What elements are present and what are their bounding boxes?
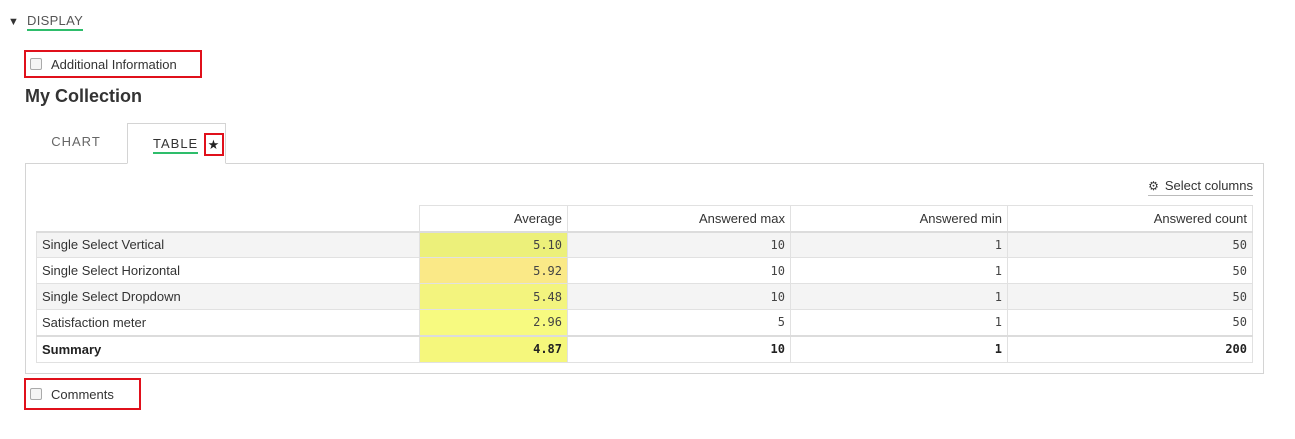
answered-count-cell: 50 [1007, 231, 1253, 258]
comments-label: Comments [51, 386, 114, 402]
answered-min-cell: 1 [790, 309, 1008, 336]
tab-table-label: TABLE [153, 137, 199, 154]
row-label: Single Select Horizontal [36, 257, 420, 284]
display-section-label: DISPLAY [27, 13, 84, 31]
summary-answered-count-cell: 200 [1007, 334, 1253, 363]
answered-max-cell: 10 [567, 283, 791, 310]
additional-information-checkbox[interactable] [30, 58, 42, 70]
tab-chart-label: CHART [51, 134, 101, 149]
answered-min-cell: 1 [790, 231, 1008, 258]
answered-min-cell: 1 [790, 257, 1008, 284]
summary-label: Summary [36, 334, 420, 363]
select-columns-label: Select columns [1164, 178, 1253, 193]
comments-checkbox[interactable] [30, 388, 42, 400]
additional-information-label: Additional Information [51, 56, 177, 72]
answered-max-cell: 10 [567, 257, 791, 284]
answered-count-cell: 50 [1007, 309, 1253, 336]
column-header-blank [36, 205, 420, 233]
summary-answered-min-cell: 1 [790, 334, 1008, 363]
column-header-answered-max[interactable]: Answered max [567, 205, 791, 233]
view-tabs: CHART TABLE ★ [25, 123, 1263, 164]
comments-checkbox-row[interactable]: Comments [24, 378, 141, 410]
table-row: Single Select Horizontal 5.92 10 1 50 [36, 257, 1253, 284]
tab-chart[interactable]: CHART [25, 123, 127, 164]
answered-max-cell: 5 [567, 309, 791, 336]
column-header-average[interactable]: Average [419, 205, 568, 233]
display-section-toggle[interactable]: ▼ DISPLAY [8, 13, 84, 31]
caret-down-icon: ▼ [8, 16, 19, 28]
answered-max-cell: 10 [567, 231, 791, 258]
additional-information-checkbox-row[interactable]: Additional Information [24, 50, 202, 78]
table-row: Single Select Vertical 5.10 10 1 50 [36, 231, 1253, 258]
answered-count-cell: 50 [1007, 283, 1253, 310]
column-header-answered-count[interactable]: Answered count [1007, 205, 1253, 233]
table-panel: ⚙ Select columns Average Answered max An… [25, 163, 1264, 374]
table-row: Single Select Dropdown 5.48 10 1 50 [36, 283, 1253, 310]
row-label: Single Select Dropdown [36, 283, 420, 310]
summary-average-cell: 4.87 [419, 334, 568, 363]
average-cell: 5.10 [419, 231, 568, 258]
average-cell: 5.92 [419, 257, 568, 284]
answered-min-cell: 1 [790, 283, 1008, 310]
gear-icon: ⚙ [1148, 178, 1159, 193]
average-cell: 5.48 [419, 283, 568, 310]
table-header-row: Average Answered max Answered min Answer… [36, 205, 1253, 233]
page-title: My Collection [25, 86, 143, 106]
select-columns-button[interactable]: ⚙ Select columns [1148, 178, 1253, 196]
answered-count-cell: 50 [1007, 257, 1253, 284]
star-icon[interactable]: ★ [204, 133, 224, 156]
average-cell: 2.96 [419, 309, 568, 336]
tab-table[interactable]: TABLE ★ [127, 123, 226, 164]
table-row: Satisfaction meter 2.96 5 1 50 [36, 309, 1253, 336]
summary-answered-max-cell: 10 [567, 334, 791, 363]
column-header-answered-min[interactable]: Answered min [790, 205, 1008, 233]
results-table: Average Answered max Answered min Answer… [36, 205, 1253, 363]
row-label: Single Select Vertical [36, 231, 420, 258]
row-label: Satisfaction meter [36, 309, 420, 336]
summary-row: Summary 4.87 10 1 200 [36, 334, 1253, 363]
